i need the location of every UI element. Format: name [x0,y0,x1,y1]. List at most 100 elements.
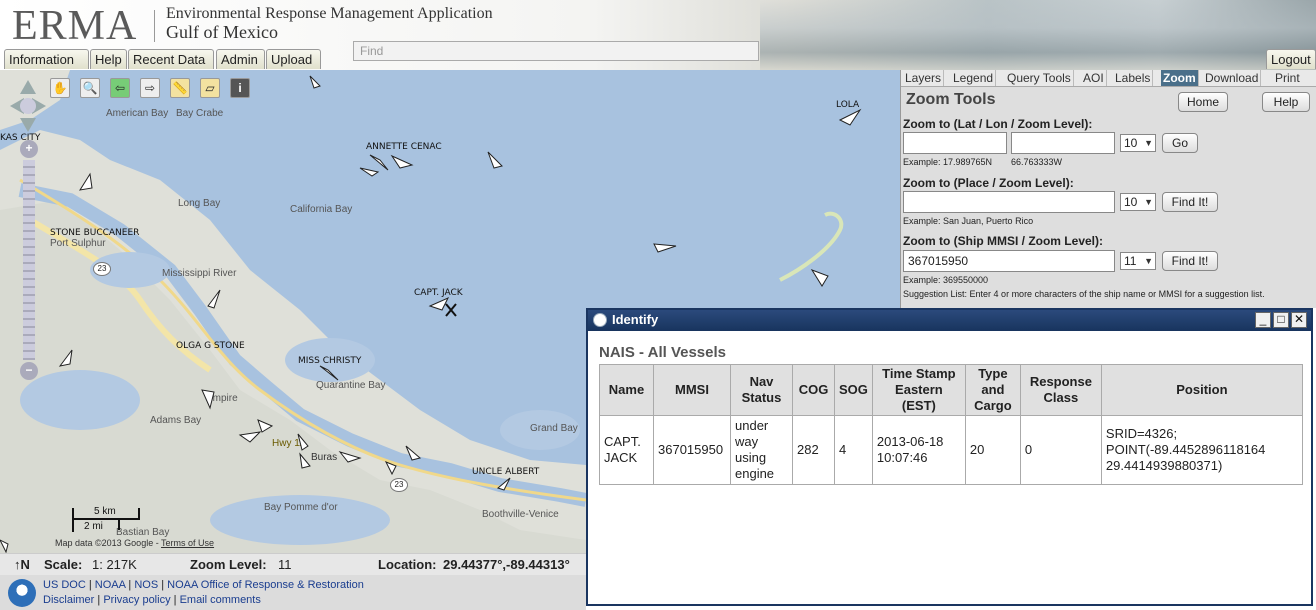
nav-upload-button[interactable]: Upload [266,49,321,69]
footer-link-privacy[interactable]: Privacy policy [103,594,170,606]
zoom-slider[interactable]: + − [20,140,38,380]
pan-hand-icon[interactable]: ✋ [50,78,70,98]
place-zoom-select[interactable]: 10 ▼ [1120,193,1156,211]
minimize-icon[interactable]: _ [1255,312,1271,328]
vessel-label[interactable]: ANNETTE CENAC [366,142,442,152]
place-input[interactable] [903,191,1115,213]
vessel-label[interactable]: OLGA G STONE [176,341,245,351]
latlon-zoom-select[interactable]: 10 ▼ [1120,134,1156,152]
ship-zoom-select[interactable]: 11 ▼ [1120,252,1156,270]
tab-print[interactable]: Print [1273,70,1302,86]
tab-zoom[interactable]: Zoom [1161,70,1199,86]
column-header: MMSI [653,364,731,416]
column-header: SOG [834,364,873,416]
column-header: Time Stamp Eastern (EST) [871,364,966,416]
place-label: Mississippi River [162,268,237,279]
measure-ruler-icon[interactable]: 📏 [170,78,190,98]
nav-recent-data-button[interactable]: Recent Data [128,49,214,69]
vessel-label[interactable]: CAPT. JACK [414,288,463,298]
footer-link-disclaimer[interactable]: Disclaimer [43,594,94,606]
place-label: Quarantine Bay [316,380,386,391]
zoom-track[interactable] [23,160,35,360]
ship-zoom-value: 11 [1124,254,1137,268]
nav-admin-button[interactable]: Admin [216,49,265,69]
place-zoom-value: 10 [1124,195,1138,209]
scale-label: Scale: [44,557,83,572]
footer-link-response-restoration[interactable]: NOAA Office of Response & Restoration [167,579,364,591]
panel-title: Zoom Tools [906,91,996,108]
identify-dialog[interactable]: Identify _ □ ✕ NAIS - All Vessels Name M… [586,308,1313,606]
table-row[interactable]: CAPT. JACK 367015950 under way using eng… [599,415,1303,485]
erma-logo: ERMA [12,3,138,49]
place-label: Zoom to (Place / Zoom Level): [903,176,1074,190]
chevron-down-icon: ▼ [1144,256,1153,266]
cell-mmsi: 367015950 [653,415,731,485]
latitude-input[interactable] [903,132,1007,154]
scale-km-label: 5 km [94,506,116,517]
maximize-icon[interactable]: □ [1273,312,1289,328]
find-ship-button[interactable]: Find It! [1162,251,1218,271]
cell-timestamp: 2013-06-18 10:07:46 [871,415,966,485]
place-label: Bay Pomme d'or [264,502,338,513]
tab-download[interactable]: Download [1203,70,1262,86]
tab-aoi[interactable]: AOI [1081,70,1107,86]
footer-link-email[interactable]: Email comments [180,594,261,606]
chevron-down-icon: ▼ [1144,197,1153,207]
place-example: Example: San Juan, Puerto Rico [903,216,1034,226]
latlon-zoom-value: 10 [1124,136,1138,150]
logout-button[interactable]: Logout [1266,49,1316,69]
footer-link-noaa[interactable]: NOAA [95,579,126,591]
longitude-input[interactable] [1011,132,1115,154]
cell-position: SRID=4326; POINT(-89.4452896118164 29.44… [1100,415,1303,485]
cell-response-class: 0 [1019,415,1102,485]
vessel-label[interactable]: LOLA [836,100,859,110]
zoom-out-icon[interactable]: − [20,362,38,380]
ship-suggestion-hint: Suggestion List: Enter 4 or more charact… [903,289,1265,299]
vessel-label[interactable]: MISS CHRISTY [298,356,361,366]
identify-info-icon[interactable]: i [230,78,250,98]
close-icon[interactable]: ✕ [1291,312,1307,328]
terms-of-use-link[interactable]: Terms of Use [161,538,214,548]
tab-legend[interactable]: Legend [951,70,997,86]
road-label: Hwy 11 [272,438,305,449]
place-label: Adams Bay [150,415,202,426]
panel-tab-bar: Layers Legend Query Tools AOI Labels Zoo… [901,70,1316,87]
forward-arrow-icon[interactable]: ⇨ [140,78,160,98]
page-footer: US DOC | NOAA | NOS | NOAA Office of Res… [0,575,586,610]
find-place-button[interactable]: Find It! [1162,192,1218,212]
identify-titlebar[interactable]: Identify _ □ ✕ [588,310,1311,331]
vessel-label[interactable]: UNCLE ALBERT [472,467,539,477]
place-label: Grand Bay [530,423,578,434]
north-arrow-icon: ↑N [14,557,30,572]
tab-labels[interactable]: Labels [1113,70,1154,86]
footer-link-us-doc[interactable]: US DOC [43,579,86,591]
zoom-level-label: Zoom Level: [190,557,267,572]
help-button[interactable]: Help [1262,92,1310,112]
go-button[interactable]: Go [1162,133,1198,153]
cell-sog: 4 [834,415,873,485]
column-header: Type and Cargo [964,364,1021,416]
cell-type-cargo: 20 [964,415,1021,485]
scale-value: 1: 217K [92,557,137,572]
place-label: Empire [206,393,238,404]
header-banner-image [760,0,1316,70]
identify-title: Identify [612,312,659,327]
tab-query-tools[interactable]: Query Tools [1005,70,1074,86]
home-button[interactable]: Home [1178,92,1228,112]
footer-link-nos[interactable]: NOS [134,579,158,591]
zoom-box-icon[interactable]: 🔍 [80,78,100,98]
draw-area-icon[interactable]: ▱ [200,78,220,98]
nav-help-button[interactable]: Help [90,49,127,69]
vessel-label[interactable]: STONE BUCCANEER [50,228,139,238]
column-header: COG [792,364,835,416]
nav-information-button[interactable]: Information [4,49,89,69]
pan-control[interactable] [10,80,46,132]
find-input[interactable] [353,41,759,61]
map-status-bar: ↑N Scale: 1: 217K Zoom Level: 11 Locatio… [0,553,586,576]
vessel-label[interactable]: KAS CITY [0,133,40,143]
ship-mmsi-input[interactable] [903,250,1115,272]
app-header: ERMA Environmental Response Management A… [0,0,1316,70]
back-arrow-icon[interactable]: ⇦ [110,78,130,98]
tab-layers[interactable]: Layers [903,70,945,86]
column-header: Response Class [1019,364,1102,416]
